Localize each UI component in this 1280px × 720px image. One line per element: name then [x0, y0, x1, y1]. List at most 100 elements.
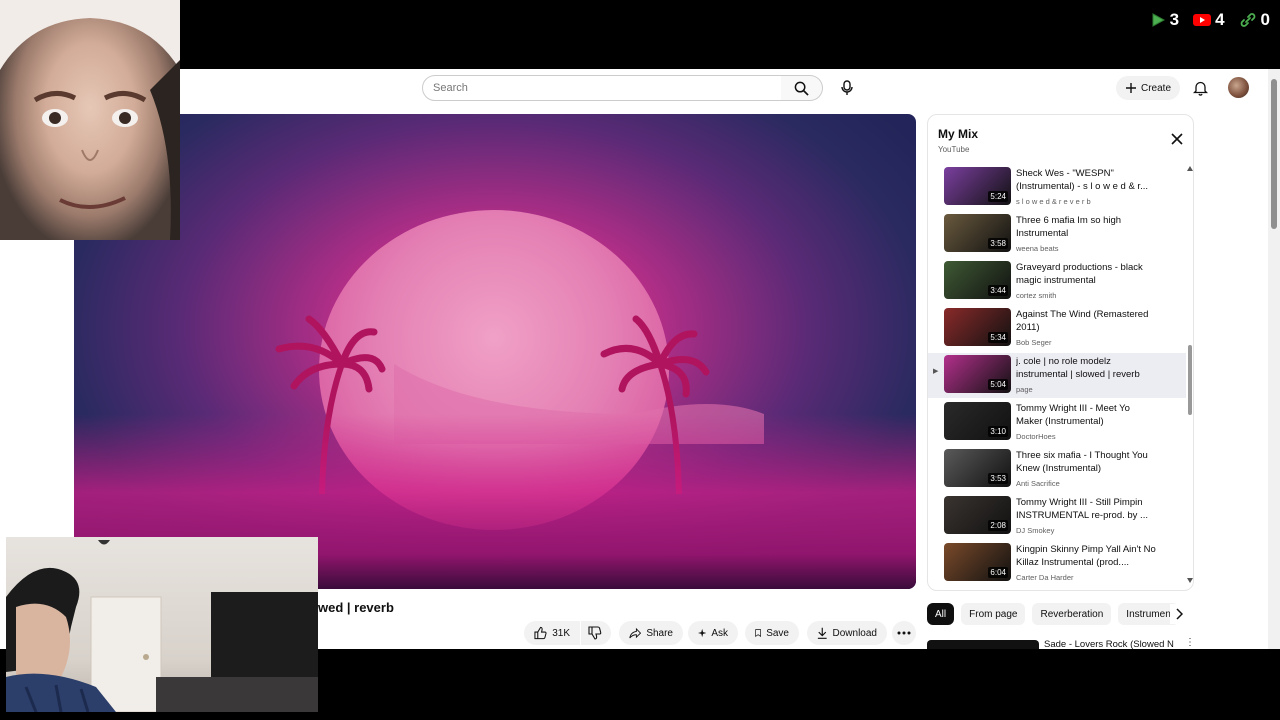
share-icon	[629, 627, 642, 638]
playlist-item-title[interactable]: Graveyard productions - black magic inst…	[1016, 261, 1156, 287]
playlist-thumbnail[interactable]: 3:58	[944, 214, 1011, 252]
avatar[interactable]	[1228, 77, 1249, 98]
search-icon	[794, 81, 809, 96]
mix-scroll-thumb[interactable]	[1188, 345, 1192, 415]
playlist-item-channel: Carter Da Harder	[1016, 573, 1074, 582]
playlist-item-title[interactable]: Three 6 mafia Im so high Instrumental	[1016, 214, 1156, 240]
voice-search-button[interactable]	[833, 75, 861, 101]
playlist-item[interactable]: 6:04 Kingpin Skinny Pimp Yall Ain't No Ki…	[928, 541, 1186, 585]
search-button[interactable]	[781, 75, 823, 101]
playlist-item[interactable]: 5:24 Sheck Wes - "WESPN" (Instrumental) -…	[928, 165, 1186, 210]
playlist-thumbnail[interactable]: 6:04	[944, 543, 1011, 581]
playlist-item[interactable]: 3:44 Graveyard productions - black magic …	[928, 259, 1186, 304]
duration-badge: 3:10	[988, 426, 1008, 437]
mix-list: 5:24 Sheck Wes - "WESPN" (Instrumental) -…	[928, 165, 1186, 585]
filter-chip[interactable]: Reverberation	[1032, 603, 1112, 625]
duration-badge: 3:58	[988, 238, 1008, 249]
play-counter: 3	[1150, 10, 1179, 30]
link-count: 0	[1260, 10, 1270, 29]
plus-icon	[1125, 83, 1136, 93]
bell-icon	[1192, 81, 1208, 96]
mix-title: My Mix	[938, 127, 979, 141]
filter-chips: All From page Reverberation Instrumen	[927, 603, 1197, 627]
microphone-icon	[841, 80, 853, 95]
filter-chip[interactable]: From page	[961, 603, 1026, 625]
page-scrollbar[interactable]	[1268, 69, 1280, 649]
ask-button[interactable]: Ask	[688, 621, 738, 645]
video-player[interactable]	[74, 114, 916, 589]
filter-chip[interactable]: All	[927, 603, 955, 625]
playlist-thumbnail[interactable]: 5:24	[944, 167, 1011, 205]
playlist-item[interactable]: 3:10 Tommy Wright III - Meet Yo Maker (In…	[928, 400, 1186, 445]
duration-badge: 5:34	[988, 332, 1008, 343]
playlist-item-channel: page	[1016, 385, 1033, 394]
ask-label: Ask	[711, 627, 728, 639]
scroll-up-icon[interactable]	[1187, 166, 1193, 171]
playlist-thumbnail[interactable]: 5:04	[944, 355, 1011, 393]
playlist-item-channel: Bob Seger	[1016, 338, 1052, 347]
playlist-item-channel: DoctorHoes	[1016, 432, 1056, 441]
playlist-thumbnail[interactable]: 3:10	[944, 402, 1011, 440]
scroll-down-icon[interactable]	[1187, 578, 1193, 583]
share-button[interactable]: Share	[619, 621, 683, 645]
close-icon[interactable]	[1169, 131, 1185, 147]
chips-next-button[interactable]	[1170, 604, 1188, 624]
playlist-item[interactable]: ▶ 5:04 j. cole | no role modelz instrument…	[928, 353, 1186, 398]
duration-badge: 5:04	[988, 379, 1008, 390]
notifications-button[interactable]	[1190, 77, 1210, 99]
playlist-item-channel: DJ Smokey	[1016, 526, 1055, 535]
mix-subtitle: YouTube	[938, 145, 970, 154]
recommended-thumbnail[interactable]	[927, 640, 1039, 649]
playlist-item-title[interactable]: Kingpin Skinny Pimp Yall Ain't No Killaz…	[1016, 543, 1156, 569]
recommended-video[interactable]: Sade - Lovers Rock (Slowed N ⋮	[927, 637, 1197, 649]
face-graphic	[0, 0, 180, 240]
room-graphic	[6, 540, 318, 712]
like-button[interactable]: 31K	[524, 621, 580, 645]
page-scroll-thumb[interactable]	[1271, 79, 1277, 229]
mix-scrollbar[interactable]	[1187, 165, 1193, 585]
search-input[interactable]: Search	[422, 75, 782, 101]
playlist-item-title[interactable]: Against The Wind (Remastered 2011)	[1016, 308, 1156, 334]
thumbs-down-icon	[588, 626, 602, 640]
playlist-item-title[interactable]: Tommy Wright III - Still Pimpin INSTRUME…	[1016, 496, 1156, 522]
playlist-item-title[interactable]: Three six mafia - I Thought You Knew (In…	[1016, 449, 1156, 475]
playlist-item-channel: weena beats	[1016, 244, 1059, 253]
recommended-title[interactable]: Sade - Lovers Rock (Slowed N	[1044, 639, 1174, 649]
green-play-icon	[1152, 13, 1165, 27]
playlist-item[interactable]: 2:08 Tommy Wright III - Still Pimpin INST…	[928, 494, 1186, 539]
more-icon	[897, 631, 911, 635]
playlist-item[interactable]: 3:53 Three six mafia - I Thought You Knew…	[928, 447, 1186, 492]
playlist-item-channel: Anti Sacrifice	[1016, 479, 1060, 488]
save-button[interactable]: Save	[745, 621, 799, 645]
playlist-thumbnail[interactable]: 2:08	[944, 496, 1011, 534]
duration-badge: 3:44	[988, 285, 1008, 296]
recommended-more-icon[interactable]: ⋮	[1185, 637, 1195, 648]
duration-badge: 6:04	[988, 567, 1008, 578]
youtube-counter: 4	[1193, 10, 1225, 30]
more-actions-button[interactable]	[892, 621, 916, 645]
duration-badge: 3:53	[988, 473, 1008, 484]
link-counter: 0	[1239, 10, 1270, 30]
dislike-button[interactable]	[581, 621, 611, 645]
playlist-item[interactable]: 5:34 Against The Wind (Remastered 2011) Bo…	[928, 306, 1186, 351]
playlist-item-channel: s l o w e d & r e v e r b	[1016, 197, 1091, 206]
save-label: Save	[766, 627, 789, 639]
playlist-item-title[interactable]: j. cole | no role modelz instrumental | …	[1016, 355, 1156, 381]
thumbs-up-icon	[534, 626, 547, 640]
now-playing-icon: ▶	[933, 368, 939, 375]
playlist-thumbnail[interactable]: 3:53	[944, 449, 1011, 487]
masthead: Search Create	[0, 69, 1280, 107]
screen: 3 4 0 Search Create wed | reverb 31K Sha…	[0, 0, 1280, 720]
create-button[interactable]: Create	[1116, 76, 1180, 100]
download-button[interactable]: Download	[807, 621, 887, 645]
video-title: wed | reverb	[318, 600, 394, 615]
playlist-thumbnail[interactable]: 3:44	[944, 261, 1011, 299]
bookmark-icon	[755, 629, 761, 638]
share-label: Share	[646, 627, 673, 639]
playlist-item-title[interactable]: Tommy Wright III - Meet Yo Maker (Instru…	[1016, 402, 1156, 428]
playlist-item[interactable]: 3:58 Three 6 mafia Im so high Instrumenta…	[928, 212, 1186, 257]
playlist-item-title[interactable]: Sheck Wes - "WESPN" (Instrumental) - s l…	[1016, 167, 1156, 193]
youtube-count: 4	[1215, 10, 1225, 29]
duration-badge: 2:08	[988, 520, 1008, 531]
playlist-thumbnail[interactable]: 5:34	[944, 308, 1011, 346]
